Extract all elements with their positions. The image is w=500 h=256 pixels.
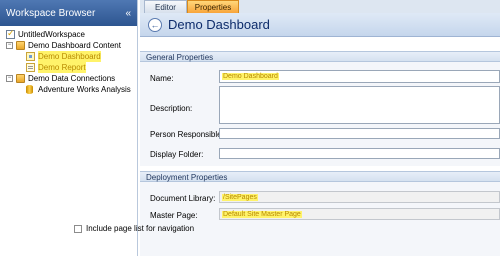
description-field[interactable] xyxy=(219,86,500,124)
general-properties-header: General Properties xyxy=(140,51,500,62)
tree-item[interactable]: Demo Report xyxy=(0,62,137,73)
dashboard-icon xyxy=(26,52,35,61)
workspace-icon xyxy=(6,28,15,39)
name-field[interactable]: Demo Dashboard xyxy=(219,70,500,83)
tree-item-label: UntitledWorkspace xyxy=(18,30,85,39)
properties-pane: Editor Properties ← Demo Dashboard Gener… xyxy=(140,0,500,256)
workspace-browser: Workspace Browser « UntitledWorkspace−De… xyxy=(0,0,138,256)
database-icon xyxy=(26,85,33,94)
include-page-list-checkbox[interactable] xyxy=(74,225,82,233)
tree-item[interactable]: − Demo Dashboard Content xyxy=(0,40,137,51)
tab-editor[interactable]: Editor xyxy=(144,0,187,13)
workspace-tree: UntitledWorkspace−Demo Dashboard Content… xyxy=(0,26,137,95)
tree-item-label: Demo Data Connections xyxy=(28,74,116,83)
document-library-value: /SitePages xyxy=(222,194,258,201)
tree-collapse-toggle[interactable]: − xyxy=(6,42,13,49)
report-icon xyxy=(26,63,35,72)
page-title: Demo Dashboard xyxy=(168,17,270,32)
tree-item-label: Adventure Works Analysis xyxy=(38,85,131,94)
master-page-label: Master Page: xyxy=(150,211,198,220)
document-library-field[interactable]: /SitePages xyxy=(219,191,500,203)
workspace-browser-header: Workspace Browser « xyxy=(0,0,137,26)
display-folder-label: Display Folder: xyxy=(150,150,204,159)
general-properties-section: Name: Demo Dashboard Description: Person… xyxy=(140,62,500,166)
collapse-pane-icon[interactable]: « xyxy=(125,8,131,19)
master-page-value: Default Site Master Page xyxy=(222,211,302,218)
tree-collapse-toggle[interactable]: − xyxy=(6,75,13,82)
folder-icon xyxy=(16,41,25,50)
person-responsible-label: Person Responsible: xyxy=(150,130,224,139)
folder-icon xyxy=(16,74,25,83)
tree-item[interactable]: Demo Dashboard xyxy=(0,51,137,62)
tree-item-label: Demo Report xyxy=(38,62,86,73)
tree-item[interactable]: Adventure Works Analysis xyxy=(0,84,137,95)
display-folder-field[interactable] xyxy=(219,148,500,159)
description-label: Description: xyxy=(150,104,193,113)
tree-item-label: Demo Dashboard Content xyxy=(28,41,121,50)
back-arrow-icon[interactable]: ← xyxy=(148,17,162,32)
page-title-bar: ← Demo Dashboard xyxy=(140,13,500,37)
master-page-select[interactable]: Default Site Master Page xyxy=(219,208,500,220)
tree-item-label: Demo Dashboard xyxy=(38,51,101,62)
deployment-properties-header: Deployment Properties xyxy=(140,171,500,182)
workspace-browser-title: Workspace Browser xyxy=(6,7,96,19)
tab-strip: Editor Properties xyxy=(140,0,500,13)
document-library-label: Document Library: xyxy=(150,194,216,203)
tree-item[interactable]: UntitledWorkspace xyxy=(0,28,137,40)
tab-properties[interactable]: Properties xyxy=(187,0,239,13)
name-label: Name: xyxy=(150,74,174,83)
include-page-list-label: Include page list for navigation xyxy=(86,224,195,233)
person-responsible-field[interactable] xyxy=(219,128,500,139)
deployment-properties-section: Document Library: /SitePages Master Page… xyxy=(140,182,500,256)
name-value: Demo Dashboard xyxy=(222,73,279,80)
tree-item[interactable]: − Demo Data Connections xyxy=(0,73,137,84)
